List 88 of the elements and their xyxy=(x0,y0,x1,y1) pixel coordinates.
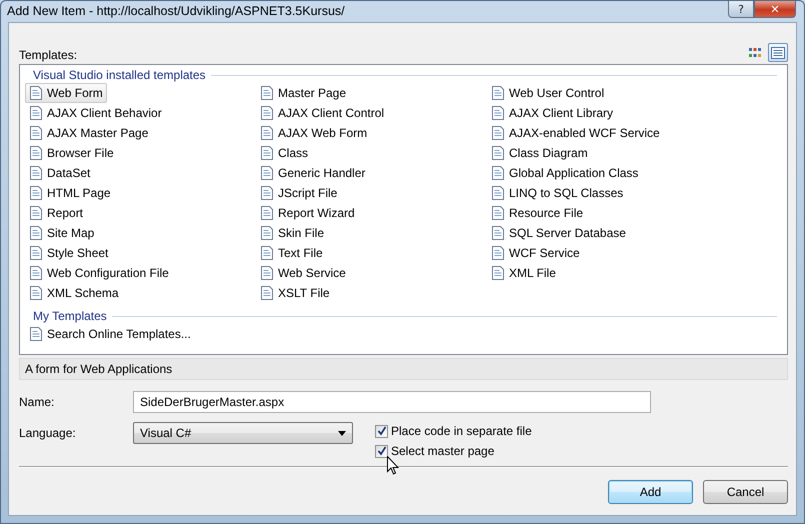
template-item[interactable]: XML File xyxy=(487,263,560,283)
document-icon xyxy=(490,105,506,121)
group-heading: My Templates xyxy=(33,309,107,323)
document-icon xyxy=(28,165,44,181)
document-icon xyxy=(259,105,275,121)
caret-icon xyxy=(338,430,346,436)
template-item[interactable]: Master Page xyxy=(256,83,350,103)
document-icon xyxy=(28,265,44,281)
close-button[interactable]: ✕ xyxy=(754,1,796,18)
grid-view-icon xyxy=(748,46,762,58)
field-label: Language: xyxy=(19,425,77,440)
document-icon xyxy=(259,285,275,301)
template-item[interactable]: AJAX Client Behavior xyxy=(25,103,166,123)
window-title: Add New Item - http://localhost/Udvikling/ASPNET3.5Kursus/ xyxy=(7,3,345,18)
template-item[interactable]: Browser File xyxy=(25,143,118,163)
document-icon xyxy=(259,265,275,281)
field-label: Name: xyxy=(19,394,56,409)
document-icon xyxy=(28,185,44,201)
template-item[interactable]: Web User Control xyxy=(487,83,608,103)
template-item[interactable]: SQL Server Database xyxy=(487,223,630,243)
template-item[interactable]: AJAX Client Control xyxy=(256,103,388,123)
document-icon xyxy=(28,205,44,221)
document-icon xyxy=(28,326,44,342)
template-item[interactable]: Skin File xyxy=(256,223,328,243)
template-item[interactable]: AJAX Web Form xyxy=(256,123,372,143)
list-view-icon xyxy=(771,46,785,58)
template-item[interactable]: Generic Handler xyxy=(256,163,370,183)
document-icon xyxy=(259,85,275,101)
document-icon xyxy=(259,145,275,161)
template-item[interactable]: XML Schema xyxy=(25,283,123,303)
document-icon xyxy=(28,145,44,161)
document-icon xyxy=(28,225,44,241)
template-item[interactable]: Class Diagram xyxy=(487,143,592,163)
template-item[interactable]: Global Application Class xyxy=(487,163,642,183)
template-item[interactable]: Resource File xyxy=(487,203,588,223)
checkbox[interactable] xyxy=(375,424,388,438)
document-icon xyxy=(259,185,275,201)
document-icon xyxy=(28,125,44,141)
document-icon xyxy=(28,245,44,261)
group-heading: Visual Studio installed templates xyxy=(33,68,206,82)
document-icon xyxy=(490,245,506,261)
template-item[interactable]: HTML Page xyxy=(25,183,115,203)
template-item[interactable]: Search Online Templates... xyxy=(25,324,195,344)
description-bar: A form for Web Applications xyxy=(19,358,788,380)
document-icon xyxy=(28,105,44,121)
template-item[interactable]: XSLT File xyxy=(256,283,334,303)
name-field[interactable]: SideDerBrugerMaster.aspx xyxy=(133,391,651,413)
document-icon xyxy=(490,225,506,241)
template-item[interactable]: LINQ to SQL Classes xyxy=(487,183,628,203)
document-icon xyxy=(490,85,506,101)
template-item[interactable]: Web Configuration File xyxy=(25,263,173,283)
document-icon xyxy=(28,285,44,301)
checkbox-label: Place code in separate file xyxy=(391,424,532,438)
template-item[interactable]: AJAX-enabled WCF Service xyxy=(487,123,664,143)
template-item[interactable]: Site Map xyxy=(25,223,98,243)
document-icon xyxy=(259,245,275,261)
template-item[interactable]: AJAX Master Page xyxy=(25,123,152,143)
document-icon xyxy=(490,265,506,281)
view-button[interactable] xyxy=(768,43,788,62)
mouse-pointer-icon xyxy=(387,456,399,475)
checkbox-label: Select master page xyxy=(391,444,494,458)
checkbox[interactable] xyxy=(375,444,388,458)
document-icon xyxy=(259,225,275,241)
template-item[interactable]: Text File xyxy=(256,243,327,263)
language-dropdown[interactable]: Visual C# xyxy=(133,422,353,444)
help-button[interactable]: ? xyxy=(728,1,754,18)
document-icon xyxy=(259,165,275,181)
template-item[interactable]: Report xyxy=(25,203,88,223)
template-item[interactable]: WCF Service xyxy=(487,243,584,263)
document-icon xyxy=(259,125,275,141)
dialog-button[interactable]: Cancel xyxy=(703,480,788,504)
template-item[interactable]: Report Wizard xyxy=(256,203,359,223)
document-icon xyxy=(28,85,44,101)
template-item[interactable]: Class xyxy=(256,143,312,163)
template-item[interactable]: AJAX Client Library xyxy=(487,103,618,123)
template-item[interactable]: Style Sheet xyxy=(25,243,112,263)
templates-label: Templates: xyxy=(19,48,78,64)
document-icon xyxy=(490,165,506,181)
dialog-button[interactable]: Add xyxy=(608,480,693,504)
template-item[interactable]: JScript File xyxy=(256,183,342,203)
document-icon xyxy=(259,205,275,221)
document-icon xyxy=(490,125,506,141)
document-icon xyxy=(490,185,506,201)
template-item[interactable]: DataSet xyxy=(25,163,94,183)
template-item[interactable]: Web Service xyxy=(256,263,350,283)
document-icon xyxy=(490,145,506,161)
template-item[interactable]: Web Form xyxy=(25,83,107,103)
document-icon xyxy=(490,205,506,221)
